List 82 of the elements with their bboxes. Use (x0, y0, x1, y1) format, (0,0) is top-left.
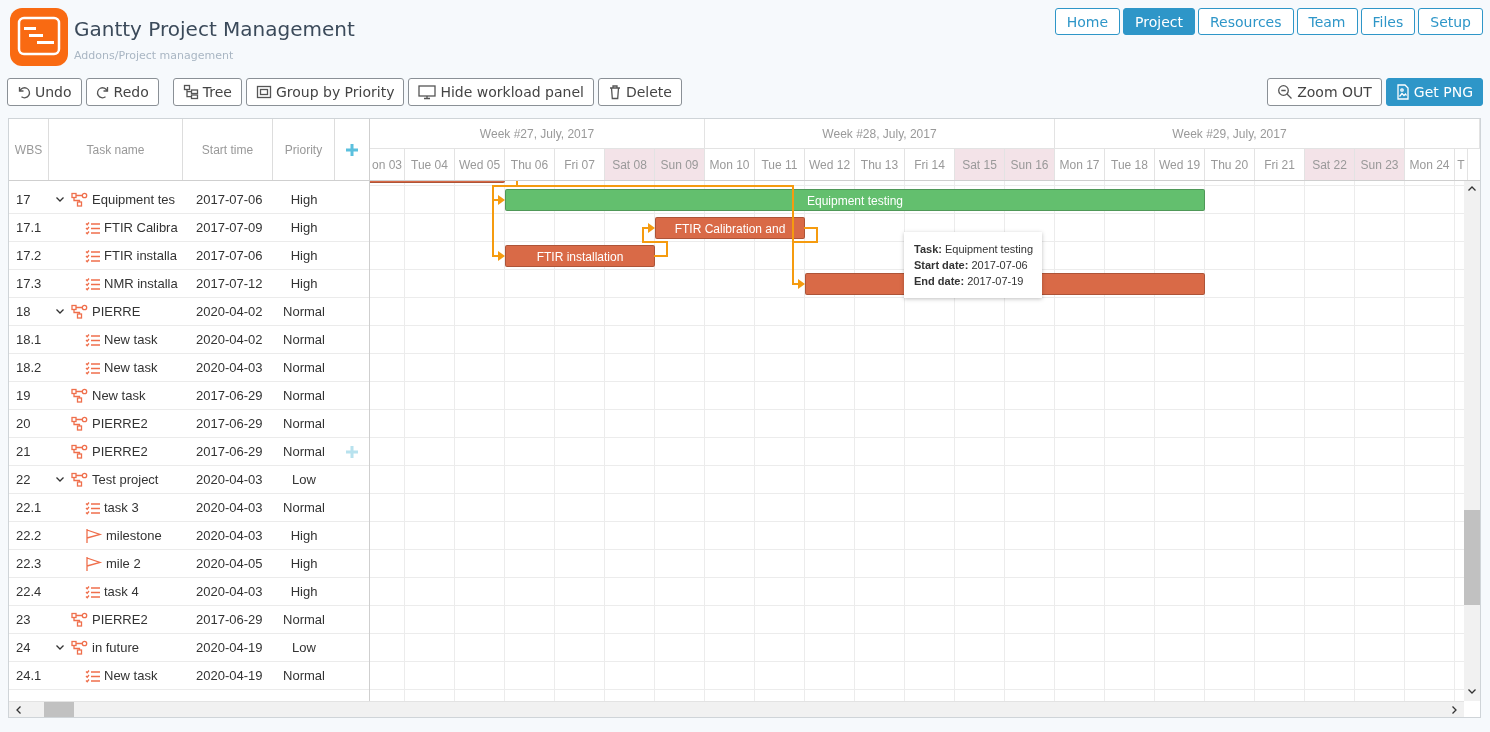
start-date: 2017-07-09 (196, 220, 263, 235)
start-date: 2017-07-06 (196, 192, 263, 207)
priority-label: High (290, 584, 318, 599)
start-date: 2020-04-03 (196, 584, 263, 599)
wbs-number: 21 (16, 444, 31, 459)
day-header: Wed 05 (455, 149, 505, 180)
priority-label: High (290, 276, 318, 291)
priority-label: Normal (283, 332, 325, 347)
wbs-number: 19 (16, 388, 31, 403)
day-header: Mon 17 (1055, 149, 1105, 180)
start-date: 2020-04-19 (196, 640, 263, 655)
wbs-number: 23 (16, 612, 31, 627)
start-date: 2017-07-12 (196, 276, 263, 291)
start-date: 2020-04-03 (196, 360, 263, 375)
wbs-number: 22.4 (16, 584, 42, 599)
app-title: Gantty Project Management (74, 17, 355, 41)
wbs-number: 18.2 (16, 360, 42, 375)
priority-label: Normal (283, 360, 325, 375)
day-header: Sat 08 (605, 149, 655, 180)
day-header: Sat 22 (1305, 149, 1355, 180)
start-date: 2017-07-06 (196, 248, 263, 263)
wbs-number: 22.3 (16, 556, 42, 571)
priority-label: Normal (283, 388, 325, 403)
day-header: Thu 06 (505, 149, 555, 180)
wbs-number: 17 (16, 192, 31, 207)
day-header: Sat 15 (955, 149, 1005, 180)
wbs-number: 24.1 (16, 668, 42, 683)
priority-label: Normal (283, 668, 325, 683)
day-header: Mon 24 (1405, 149, 1455, 180)
priority-label: High (290, 556, 318, 571)
priority-label: Normal (283, 444, 325, 459)
wbs-number: 22 (16, 472, 31, 487)
day-header: Sun 16 (1005, 149, 1055, 180)
priority-label: High (290, 192, 318, 207)
day-header: Thu 20 (1205, 149, 1255, 180)
day-header: Tue 11 (755, 149, 805, 180)
wbs-number: 18 (16, 304, 31, 319)
wbs-number: 18.1 (16, 332, 42, 347)
week-header: Week #27, July, 2017 (370, 119, 705, 148)
priority-label: High (290, 528, 318, 543)
start-date: 2017-06-29 (196, 612, 263, 627)
start-date: 2017-06-29 (196, 416, 263, 431)
tooltip-line: Start date: 2017-07-06 (914, 258, 1029, 273)
tooltip-line: Task: Equipment testing (914, 242, 1032, 257)
week-header: Week #28, July, 2017 (705, 119, 1055, 148)
day-header: Sun 23 (1355, 149, 1405, 180)
wbs-number: 24 (16, 640, 31, 655)
start-date: 2020-04-03 (196, 472, 263, 487)
day-header: Wed 12 (805, 149, 855, 180)
day-header: T (1455, 149, 1468, 180)
day-header: Sun 09 (655, 149, 705, 180)
wbs-number: 20 (16, 416, 31, 431)
start-date: 2020-04-19 (196, 668, 263, 683)
day-header: Thu 13 (855, 149, 905, 180)
breadcrumb: Addons/Project management (74, 49, 235, 62)
tooltip-line: End date: 2017-07-19 (914, 274, 1025, 289)
priority-label: Low (292, 640, 316, 655)
priority-label: Low (292, 472, 316, 487)
wbs-number: 17.1 (16, 220, 42, 235)
priority-label: Normal (283, 416, 325, 431)
start-date: 2017-06-29 (196, 388, 263, 403)
day-header: Wed 19 (1155, 149, 1205, 180)
day-header: Tue 04 (405, 149, 455, 180)
day-header: on 03 (370, 149, 405, 180)
start-date: 2020-04-05 (196, 556, 263, 571)
start-date: 2020-04-02 (196, 332, 263, 347)
priority-label: High (290, 248, 318, 263)
priority-label: High (290, 220, 318, 235)
priority-label: Normal (283, 612, 325, 627)
start-date: 2020-04-03 (196, 500, 263, 515)
week-header: Week #29, July, 2017 (1055, 119, 1405, 148)
start-date: 2020-04-03 (196, 528, 263, 543)
wbs-number: 17.2 (16, 248, 42, 263)
wbs-number: 22.1 (16, 500, 42, 515)
day-header: Tue 18 (1105, 149, 1155, 180)
wbs-number: 22.2 (16, 528, 42, 543)
start-date: 2020-04-02 (196, 304, 263, 319)
wbs-number: 17.3 (16, 276, 42, 291)
day-header: Mon 10 (705, 149, 755, 180)
priority-label: Normal (283, 500, 325, 515)
start-date: 2017-06-29 (196, 444, 263, 459)
priority-label: Normal (283, 304, 325, 319)
